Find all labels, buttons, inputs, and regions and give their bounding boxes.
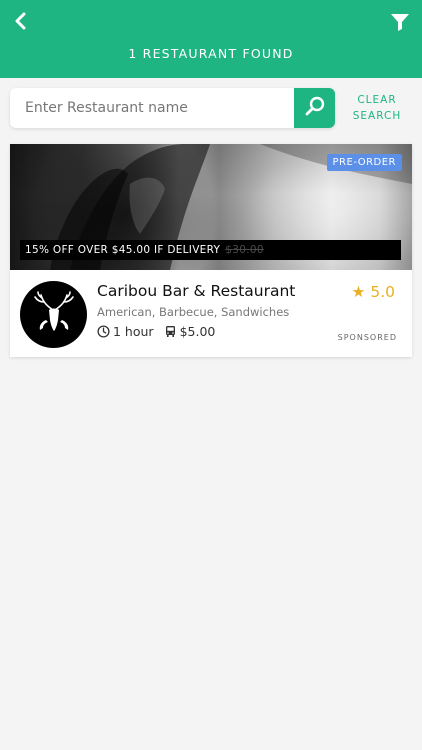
back-button[interactable]: [8, 10, 32, 36]
search-bar: [10, 88, 335, 128]
deer-head-logo-icon: [31, 290, 77, 340]
rating-value: 5.0: [370, 283, 395, 301]
search-icon: [304, 95, 326, 121]
clock-icon: [97, 325, 110, 338]
filter-button[interactable]: [388, 12, 412, 36]
delivery-info: 1 hour $5.00: [97, 324, 215, 339]
page-title: 1 RESTAURANT FOUND: [128, 46, 294, 61]
restaurant-card[interactable]: PRE-ORDER 15% OFF OVER $45.00 IF DELIVER…: [10, 144, 412, 357]
restaurant-cuisines: American, Barbecue, Sandwiches: [97, 305, 290, 319]
app-header: 1 RESTAURANT FOUND: [0, 0, 422, 78]
chevron-left-icon: [13, 12, 27, 34]
pre-order-badge: PRE-ORDER: [326, 154, 402, 171]
restaurant-name: Caribou Bar & Restaurant: [97, 282, 296, 300]
promo-old-price: $30.00: [225, 244, 264, 256]
restaurant-rating: ★ 5.0: [352, 283, 396, 301]
search-button[interactable]: [294, 88, 335, 128]
promo-text: 15% OFF OVER $45.00 IF DELIVERY: [25, 244, 221, 256]
delivery-fee: $5.00: [179, 324, 216, 339]
search-input[interactable]: [10, 88, 294, 128]
clear-search-button[interactable]: CLEAR SEARCH: [345, 92, 409, 124]
restaurant-logo: [20, 281, 87, 348]
clear-search-label-line1: CLEAR: [357, 94, 397, 106]
clear-search-label-line2: SEARCH: [352, 110, 402, 122]
star-icon: ★: [351, 283, 366, 301]
restaurant-cover-image: PRE-ORDER 15% OFF OVER $45.00 IF DELIVER…: [10, 144, 412, 270]
sponsored-label: SPONSORED: [337, 333, 397, 342]
delivery-time: 1 hour: [113, 324, 154, 339]
bus-icon: [164, 325, 177, 338]
promo-banner: 15% OFF OVER $45.00 IF DELIVERY $30.00: [20, 240, 401, 260]
filter-icon: [390, 12, 410, 36]
